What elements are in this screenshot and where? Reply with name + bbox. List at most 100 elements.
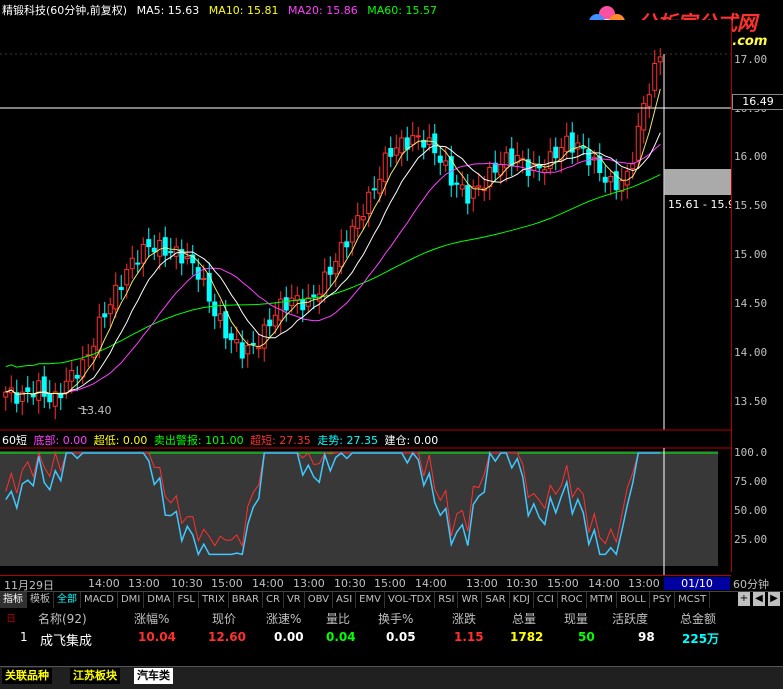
time-label: 14:00 [415, 577, 447, 590]
candle-body [3, 391, 9, 398]
candle-body [245, 345, 251, 355]
vol-ratio: 0.04 [326, 630, 356, 644]
candle-body [267, 319, 273, 327]
col-header[interactable]: 总量 [512, 610, 536, 627]
tab-kdj[interactable]: KDJ [510, 592, 534, 608]
col-header[interactable]: 现量 [564, 610, 588, 627]
add-button[interactable]: + [738, 592, 750, 606]
scroll-right-button[interactable]: ▶ [768, 592, 780, 606]
tab-全部[interactable]: 全部 [54, 592, 81, 608]
candle-body [564, 135, 570, 153]
col-header[interactable]: 活跃度 [612, 610, 648, 627]
scroll-left-button[interactable]: ◀ [753, 592, 765, 606]
stock-name[interactable]: 成飞集成 [40, 630, 92, 649]
price-tick: 15.50 [734, 199, 768, 212]
col-header[interactable]: 涨速% [266, 610, 301, 627]
time-label: 14:00 [88, 577, 120, 590]
candle-body [300, 298, 306, 311]
candle-body [36, 380, 42, 401]
time-label: 15:00 [211, 577, 243, 590]
tab-mcst[interactable]: MCST [675, 592, 711, 608]
row-index: 1 [20, 630, 28, 644]
candle-body [399, 137, 405, 154]
candle-body [657, 56, 663, 63]
candle-body [311, 294, 317, 298]
tab-asi[interactable]: ASI [333, 592, 357, 608]
candle-body [580, 146, 586, 149]
price-tick: 17.00 [734, 53, 768, 66]
tab-rsi[interactable]: RSI [435, 592, 459, 608]
candle-body [151, 247, 157, 253]
tab-psy[interactable]: PSY [650, 592, 676, 608]
tab-vol-tdx[interactable]: VOL-TDX [385, 592, 436, 608]
tab-cci[interactable]: CCI [534, 592, 558, 608]
col-header[interactable]: 现价 [212, 610, 236, 627]
candle-body [25, 387, 31, 393]
tab-指标[interactable]: 指标 [0, 592, 27, 608]
candle-body [652, 63, 658, 91]
collapse-icon[interactable]: 日 [6, 610, 16, 625]
speed: 0.00 [274, 630, 304, 644]
candle-body [344, 241, 350, 248]
col-header[interactable]: 涨幅% [134, 610, 169, 627]
candle-body [102, 313, 108, 318]
ma60-label: MA60: 15.57 [367, 4, 437, 17]
col-header[interactable]: 量比 [326, 610, 350, 627]
tab-brar[interactable]: BRAR [229, 592, 263, 608]
candle-body [74, 374, 80, 379]
tab-related[interactable]: 关联品种 [2, 668, 52, 684]
tab-jiangsu[interactable]: 江苏板块 [70, 668, 120, 684]
tab-macd[interactable]: MACD [81, 592, 118, 608]
candle-body [437, 155, 443, 163]
candle-body [602, 176, 608, 183]
col-header[interactable]: 总金额 [680, 610, 716, 627]
time-label: 13:00 [293, 577, 325, 590]
tab-模板[interactable]: 模板 [27, 592, 54, 608]
candle-body [283, 297, 289, 311]
tab-emv[interactable]: EMV [356, 592, 385, 608]
time-label: 10:30 [171, 577, 203, 590]
indicator-name: 60短 [2, 434, 27, 447]
change: 1.15 [454, 630, 484, 644]
quote-table-header: 日 名称(92) 涨幅% 现价 涨速% 量比 换手% 涨跌 总量 现量 活跃度 … [0, 610, 783, 626]
candle-body [91, 345, 97, 358]
tab-cr[interactable]: CR [263, 592, 284, 608]
chart-title-bar: 精锻科技(60分钟,前复权) MA5: 15.63 MA10: 15.81 MA… [2, 2, 443, 18]
candle-body [443, 160, 449, 166]
price-chart[interactable]: 13.40 15.61 - 15.9 [0, 20, 731, 576]
time-label: 10:30 [506, 577, 538, 590]
ma10-label: MA10: 15.81 [208, 4, 279, 17]
candle-body [624, 170, 630, 186]
tab-wr[interactable]: WR [458, 592, 483, 608]
price-tick: 13.50 [734, 395, 768, 408]
candle-body [162, 237, 168, 256]
col-header[interactable]: 涨跌 [452, 610, 476, 627]
candle-body [168, 251, 174, 254]
tab-mtm[interactable]: MTM [587, 592, 617, 608]
candle-body [630, 163, 636, 170]
tab-vr[interactable]: VR [284, 592, 305, 608]
candle-body [135, 262, 141, 265]
candle-body [410, 135, 416, 145]
tab-sar[interactable]: SAR [482, 592, 510, 608]
tab-boll[interactable]: BOLL [617, 592, 650, 608]
tab-dmi[interactable]: DMI [118, 592, 145, 608]
tab-dma[interactable]: DMA [144, 592, 175, 608]
candle-body [129, 257, 135, 270]
tab-obv[interactable]: OBV [305, 592, 333, 608]
range-box [664, 169, 731, 195]
tab-roc[interactable]: ROC [558, 592, 587, 608]
tab-trix[interactable]: TRIX [199, 592, 229, 608]
period-selector[interactable]: 60分钟 [733, 576, 769, 592]
table-row[interactable]: 1 成飞集成 10.04 12.60 0.00 0.04 0.05 1.15 1… [0, 630, 783, 649]
candle-body [96, 316, 102, 351]
tab-auto[interactable]: 汽车类 [134, 668, 173, 684]
col-header[interactable]: 换手% [378, 610, 413, 627]
candle-body [47, 393, 53, 403]
col-header[interactable]: 名称(92) [38, 610, 87, 627]
candle-body [558, 147, 564, 161]
candle-body [173, 246, 179, 257]
build-value: 建仓: 0.00 [384, 434, 439, 447]
tab-fsl[interactable]: FSL [174, 592, 199, 608]
trend-value: 走势: 27.35 [317, 434, 379, 447]
